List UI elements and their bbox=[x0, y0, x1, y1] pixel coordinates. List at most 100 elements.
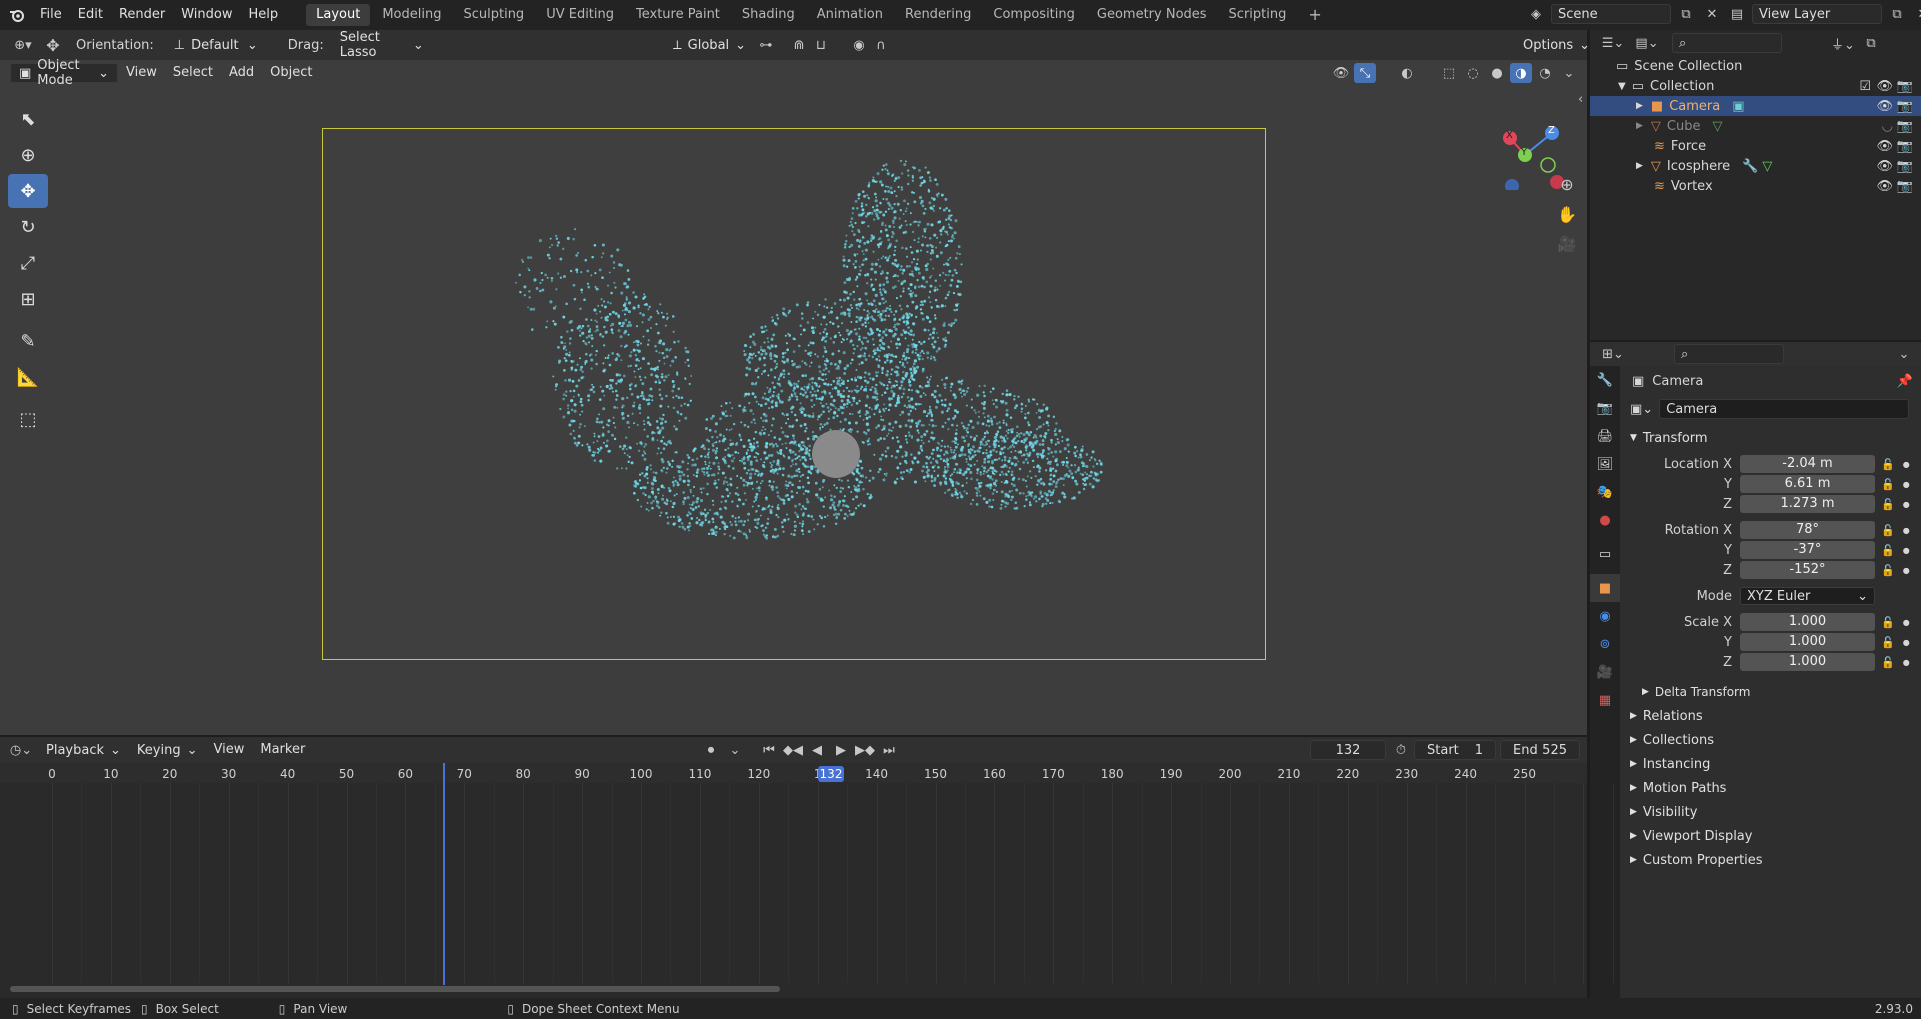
expand-arrow-icon[interactable]: ▼ bbox=[1618, 81, 1626, 92]
add-cube-tool-icon[interactable]: ⬚ bbox=[8, 402, 48, 436]
lock-icon[interactable]: 🔓 bbox=[1881, 544, 1895, 557]
panel-custom-properties[interactable]: ▶ Custom Properties bbox=[1620, 848, 1921, 872]
location-y-field[interactable]: 6.61 m bbox=[1740, 475, 1875, 493]
keying-menu[interactable]: Keying ⌄ bbox=[129, 739, 206, 761]
blender-logo-icon[interactable] bbox=[2, 5, 32, 25]
eye-icon[interactable]: 👁 bbox=[1876, 179, 1893, 194]
gizmo-toggle-icon[interactable]: ⤡ bbox=[1354, 63, 1376, 83]
menu-add[interactable]: Add bbox=[221, 60, 262, 86]
tab-uv-editing[interactable]: UV Editing bbox=[536, 4, 624, 26]
current-frame-indicator[interactable]: 132 bbox=[818, 766, 844, 782]
options-dropdown[interactable]: Options ⌄ bbox=[1515, 34, 1590, 56]
shading-solid-icon[interactable]: ● bbox=[1486, 63, 1508, 83]
move-tool-button[interactable]: ✥ bbox=[8, 174, 48, 208]
scale-y-field[interactable]: 1.000 bbox=[1740, 633, 1875, 651]
timeline-scrollbar[interactable] bbox=[10, 986, 780, 992]
render-camera-icon[interactable]: 📷 bbox=[1897, 119, 1913, 134]
output-tab-icon[interactable]: 🖨 bbox=[1590, 422, 1620, 450]
collection-row[interactable]: ▼ ▭ Collection ☑ 👁 📷 bbox=[1590, 76, 1921, 96]
tab-shading[interactable]: Shading bbox=[732, 4, 805, 26]
render-camera-icon[interactable]: 📷 bbox=[1897, 179, 1913, 194]
collection-tab-icon[interactable]: ▭ bbox=[1590, 540, 1620, 568]
expand-arrow-icon[interactable]: ▶ bbox=[1636, 101, 1643, 111]
menu-render[interactable]: Render bbox=[111, 0, 173, 30]
render-camera-icon[interactable]: 📷 bbox=[1897, 139, 1913, 154]
timeline-view-menu[interactable]: View bbox=[206, 735, 253, 765]
overlays-icon[interactable]: ◐ bbox=[1396, 63, 1418, 83]
eye-icon[interactable]: 👁 bbox=[1876, 139, 1893, 154]
rotation-z-field[interactable]: -152° bbox=[1740, 561, 1875, 579]
snap-target-icon[interactable]: ⊔ bbox=[810, 35, 832, 55]
transform-tool-icon[interactable]: ⊞ bbox=[8, 282, 48, 316]
editor-type-icon[interactable]: ⊕▾ bbox=[8, 35, 38, 55]
drag-dropdown[interactable]: Select Lasso ⌄ bbox=[332, 30, 432, 60]
zoom-icon[interactable]: ⊕ bbox=[1556, 174, 1578, 194]
panel-collections[interactable]: ▶ Collections bbox=[1620, 728, 1921, 752]
display-mode-icon[interactable]: ▤⌄ bbox=[1635, 33, 1658, 53]
keyframe-dot-icon[interactable]: ● bbox=[1903, 638, 1910, 647]
lock-icon[interactable]: 🔓 bbox=[1881, 616, 1895, 629]
scene-collection-row[interactable]: ▭ Scene Collection bbox=[1590, 56, 1921, 76]
close-view-layer-icon[interactable]: ✕ bbox=[1912, 4, 1921, 24]
lock-icon[interactable]: 🔓 bbox=[1881, 498, 1895, 511]
xray-icon[interactable]: ⬚ bbox=[1438, 63, 1460, 83]
tab-layout[interactable]: Layout bbox=[306, 4, 371, 26]
jump-end-icon[interactable]: ⏭ bbox=[878, 740, 900, 760]
tool-tab-icon[interactable]: 🔧 bbox=[1590, 366, 1620, 394]
3d-viewport[interactable]: ⊕▾ ✥ Orientation: ⊥ Default ⌄ Drag: Select… bbox=[0, 30, 1590, 735]
scene-icon[interactable]: ◈ bbox=[1525, 4, 1547, 24]
lock-icon[interactable]: 🔓 bbox=[1881, 656, 1895, 669]
menu-object[interactable]: Object bbox=[262, 60, 320, 86]
next-keyframe-icon[interactable]: ▶◆ bbox=[854, 740, 876, 760]
transform-panel-header[interactable]: ▼ Transform bbox=[1620, 426, 1921, 450]
location-z-field[interactable]: 1.273 m bbox=[1740, 495, 1875, 513]
rotate-tool-icon[interactable]: ↻ bbox=[8, 210, 48, 244]
render-camera-icon[interactable]: 📷 bbox=[1897, 159, 1913, 174]
keyframe-dot-icon[interactable]: ● bbox=[1903, 618, 1910, 627]
render-tab-icon[interactable]: 📷 bbox=[1590, 394, 1620, 422]
outliner-item-camera[interactable]: ▶ ■ Camera ▣ 👁 📷 bbox=[1590, 96, 1921, 116]
outliner-item-icosphere[interactable]: ▶ ▽ Icosphere 🔧 ▽ 👁 📷 bbox=[1590, 156, 1921, 176]
timeline-editor-icon[interactable]: ◷⌄ bbox=[10, 740, 32, 760]
tab-scripting[interactable]: Scripting bbox=[1219, 4, 1297, 26]
view-layer-selector[interactable]: View Layer bbox=[1752, 4, 1882, 24]
current-frame-field[interactable]: 132 bbox=[1310, 740, 1386, 760]
outliner-search-input[interactable]: ⌕ bbox=[1672, 33, 1782, 53]
tab-sculpting[interactable]: Sculpting bbox=[453, 4, 534, 26]
playhead[interactable] bbox=[443, 763, 445, 985]
menu-window[interactable]: Window bbox=[173, 0, 240, 30]
world-tab-icon[interactable]: ● bbox=[1590, 506, 1620, 534]
close-scene-icon[interactable]: ✕ bbox=[1701, 4, 1723, 24]
mode-dropdown[interactable]: ▣ Object Mode ⌄ bbox=[10, 58, 118, 88]
proportional-edit-icon[interactable]: ◉ bbox=[848, 35, 870, 55]
pivot-point-icon[interactable]: ⊶ bbox=[755, 35, 777, 55]
keyframe-dot-icon[interactable]: ● bbox=[1903, 546, 1910, 555]
texture-tab-icon[interactable]: ▦ bbox=[1590, 686, 1620, 714]
scale-tool-icon[interactable]: ⤢ bbox=[8, 246, 48, 280]
scene-tab-icon[interactable]: 🎭 bbox=[1590, 478, 1620, 506]
move-tool-icon[interactable]: ✥ bbox=[38, 35, 68, 55]
transform-orientation-dropdown[interactable]: ⟂ Global ⌄ bbox=[665, 34, 746, 56]
annotate-tool-icon[interactable]: ✎ bbox=[8, 324, 48, 358]
panel-viewport-display[interactable]: ▶ Viewport Display bbox=[1620, 824, 1921, 848]
keyframe-dot-icon[interactable]: ● bbox=[1903, 526, 1910, 535]
new-collection-icon[interactable]: ⧉ bbox=[1860, 33, 1882, 53]
tab-compositing[interactable]: Compositing bbox=[983, 4, 1085, 26]
scale-z-field[interactable]: 1.000 bbox=[1740, 653, 1875, 671]
menu-help[interactable]: Help bbox=[241, 0, 287, 30]
eye-icon[interactable]: 👁 bbox=[1876, 159, 1893, 174]
tab-geometry-nodes[interactable]: Geometry Nodes bbox=[1087, 4, 1217, 26]
snap-icon[interactable]: ⋒ bbox=[788, 35, 810, 55]
eye-icon[interactable]: 👁 bbox=[1876, 79, 1893, 94]
rotation-x-field[interactable]: 78° bbox=[1740, 521, 1875, 539]
jump-start-icon[interactable]: ⏮ bbox=[758, 740, 780, 760]
outliner-item-vortex[interactable]: ≋ Vortex 👁 📷 bbox=[1590, 176, 1921, 196]
visibility-icon[interactable]: 👁 bbox=[1330, 63, 1352, 83]
add-workspace-button[interactable]: + bbox=[1298, 4, 1331, 26]
object-name-field[interactable]: Camera bbox=[1659, 399, 1910, 419]
stopwatch-icon[interactable]: ⏱ bbox=[1390, 740, 1412, 760]
location-x-field[interactable]: -2.04 m bbox=[1740, 455, 1875, 473]
panel-motion-paths[interactable]: ▶ Motion Paths bbox=[1620, 776, 1921, 800]
constraints-tab-icon[interactable]: ⊚ bbox=[1590, 630, 1620, 658]
camera-view-icon[interactable]: 🎥 bbox=[1556, 234, 1578, 254]
